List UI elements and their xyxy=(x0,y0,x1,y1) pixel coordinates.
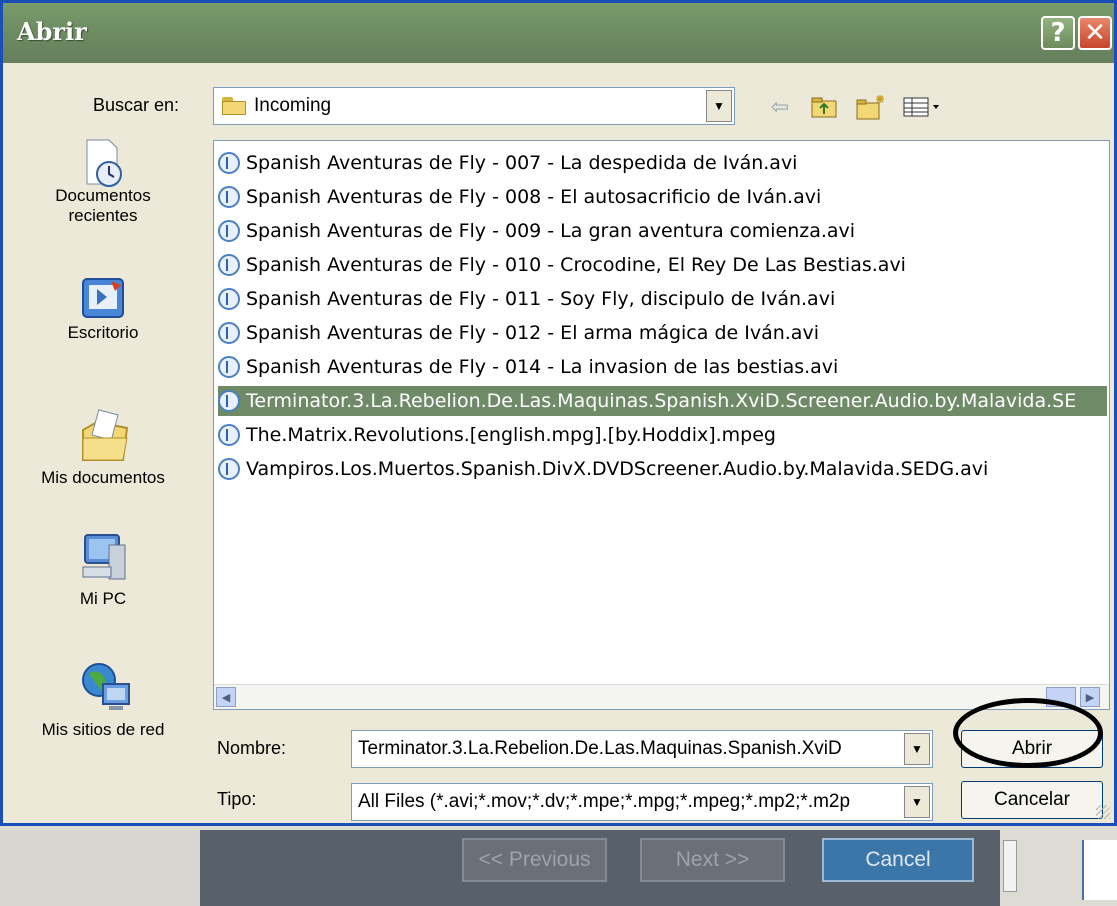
file-item[interactable]: Spanish Aventuras de Fly - 009 - La gran… xyxy=(218,216,859,246)
my-documents-icon xyxy=(79,408,129,468)
video-file-icon xyxy=(218,186,240,208)
video-file-icon xyxy=(218,356,240,378)
video-file-icon xyxy=(218,220,240,242)
chevron-down-icon[interactable]: ▼ xyxy=(706,90,732,122)
place-desktop[interactable]: Escritorio xyxy=(3,275,203,343)
file-item-selected[interactable]: Terminator.3.La.Rebelion.De.Las.Maquinas… xyxy=(218,386,1107,416)
video-file-icon xyxy=(218,288,240,310)
chevron-down-icon[interactable]: ▼ xyxy=(904,786,930,818)
background-next-button[interactable]: Next >> xyxy=(640,838,785,882)
video-file-icon xyxy=(218,254,240,276)
filetype-label: Tipo: xyxy=(217,789,257,809)
file-item[interactable]: The.Matrix.Revolutions.[english.mpg].[by… xyxy=(218,420,780,450)
file-item[interactable]: Spanish Aventuras de Fly - 008 - El auto… xyxy=(218,182,825,212)
file-item[interactable]: Spanish Aventuras de Fly - 014 - La inva… xyxy=(218,352,842,382)
place-label: Escritorio xyxy=(67,323,139,342)
filetype-combo[interactable]: All Files (*.avi;*.mov;*.dv;*.mpe;*.mpg;… xyxy=(351,783,933,821)
place-label: Mis documentos xyxy=(41,468,165,487)
place-network[interactable]: Mis sitios de red xyxy=(3,658,203,740)
place-my-computer[interactable]: Mi PC xyxy=(3,531,203,609)
desktop-icon xyxy=(79,275,127,323)
filetype-value: All Files (*.avi;*.mov;*.dv;*.mpe;*.mpg;… xyxy=(358,791,851,812)
place-label: Mis sitios de red xyxy=(41,720,165,739)
background-window-left xyxy=(0,830,200,906)
scroll-left-icon[interactable]: ◀ xyxy=(216,687,236,707)
new-folder-icon[interactable] xyxy=(851,93,891,121)
chevron-down-icon[interactable]: ▼ xyxy=(904,733,930,765)
my-computer-icon xyxy=(79,531,127,589)
look-in-combo[interactable]: Incoming ▼ xyxy=(213,87,735,125)
place-recent-documents[interactable]: Documentos recientes xyxy=(3,138,203,226)
help-icon: ? xyxy=(1050,18,1066,48)
cancel-button[interactable]: Cancelar xyxy=(961,781,1103,819)
look-in-label: Buscar en: xyxy=(93,95,180,115)
help-button[interactable]: ? xyxy=(1041,16,1075,50)
up-folder-icon[interactable] xyxy=(807,93,841,121)
recent-documents-icon xyxy=(79,138,127,187)
filename-input[interactable]: Terminator.3.La.Rebelion.De.Las.Maquinas… xyxy=(352,738,904,760)
background-previous-button[interactable]: << Previous xyxy=(462,838,607,882)
place-my-documents[interactable]: Mis documentos xyxy=(3,408,203,488)
scrollbar-thumb[interactable] xyxy=(1046,687,1076,707)
back-arrow-icon[interactable]: ⇦ xyxy=(763,93,797,121)
place-label-line2: recientes xyxy=(68,206,138,225)
background-scroll-edge xyxy=(1003,840,1017,892)
network-places-icon xyxy=(79,658,130,720)
view-menu-icon[interactable] xyxy=(899,93,947,121)
close-icon: ✕ xyxy=(1084,18,1106,48)
file-item[interactable]: Spanish Aventuras de Fly - 012 - El arma… xyxy=(218,318,823,348)
filename-combo[interactable]: Terminator.3.La.Rebelion.De.Las.Maquinas… xyxy=(351,730,933,768)
place-label: Mi PC xyxy=(79,589,127,608)
video-file-icon xyxy=(218,152,240,174)
scroll-right-icon[interactable]: ▶ xyxy=(1080,687,1100,707)
resize-grip[interactable] xyxy=(1096,805,1110,819)
open-button[interactable]: Abrir xyxy=(961,730,1103,768)
video-file-icon xyxy=(218,322,240,344)
background-cancel-button[interactable]: Cancel xyxy=(822,838,974,882)
file-item[interactable]: Vampiros.Los.Muertos.Spanish.DivX.DVDScr… xyxy=(218,454,992,484)
open-file-dialog: Abrir ? ✕ Buscar en: Incoming ▼ ⇦ Docume… xyxy=(0,0,1117,826)
folder-icon xyxy=(222,97,248,115)
background-window-right xyxy=(1082,840,1117,900)
filename-label: Nombre: xyxy=(217,738,287,758)
close-button[interactable]: ✕ xyxy=(1078,16,1112,50)
title-bar[interactable]: Abrir ? ✕ xyxy=(3,3,1114,63)
file-item[interactable]: Spanish Aventuras de Fly - 010 - Crocodi… xyxy=(218,250,910,280)
file-item[interactable]: Spanish Aventuras de Fly - 011 - Soy Fly… xyxy=(218,284,839,314)
video-file-icon xyxy=(218,390,240,412)
file-list[interactable]: Spanish Aventuras de Fly - 007 - La desp… xyxy=(213,140,1110,710)
video-file-icon xyxy=(218,424,240,446)
horizontal-scrollbar[interactable]: ◀ ▶ xyxy=(214,684,1109,709)
file-item[interactable]: Spanish Aventuras de Fly - 007 - La desp… xyxy=(218,148,801,178)
video-file-icon xyxy=(218,458,240,480)
dialog-title: Abrir xyxy=(17,17,87,46)
look-in-value: Incoming xyxy=(254,95,332,116)
